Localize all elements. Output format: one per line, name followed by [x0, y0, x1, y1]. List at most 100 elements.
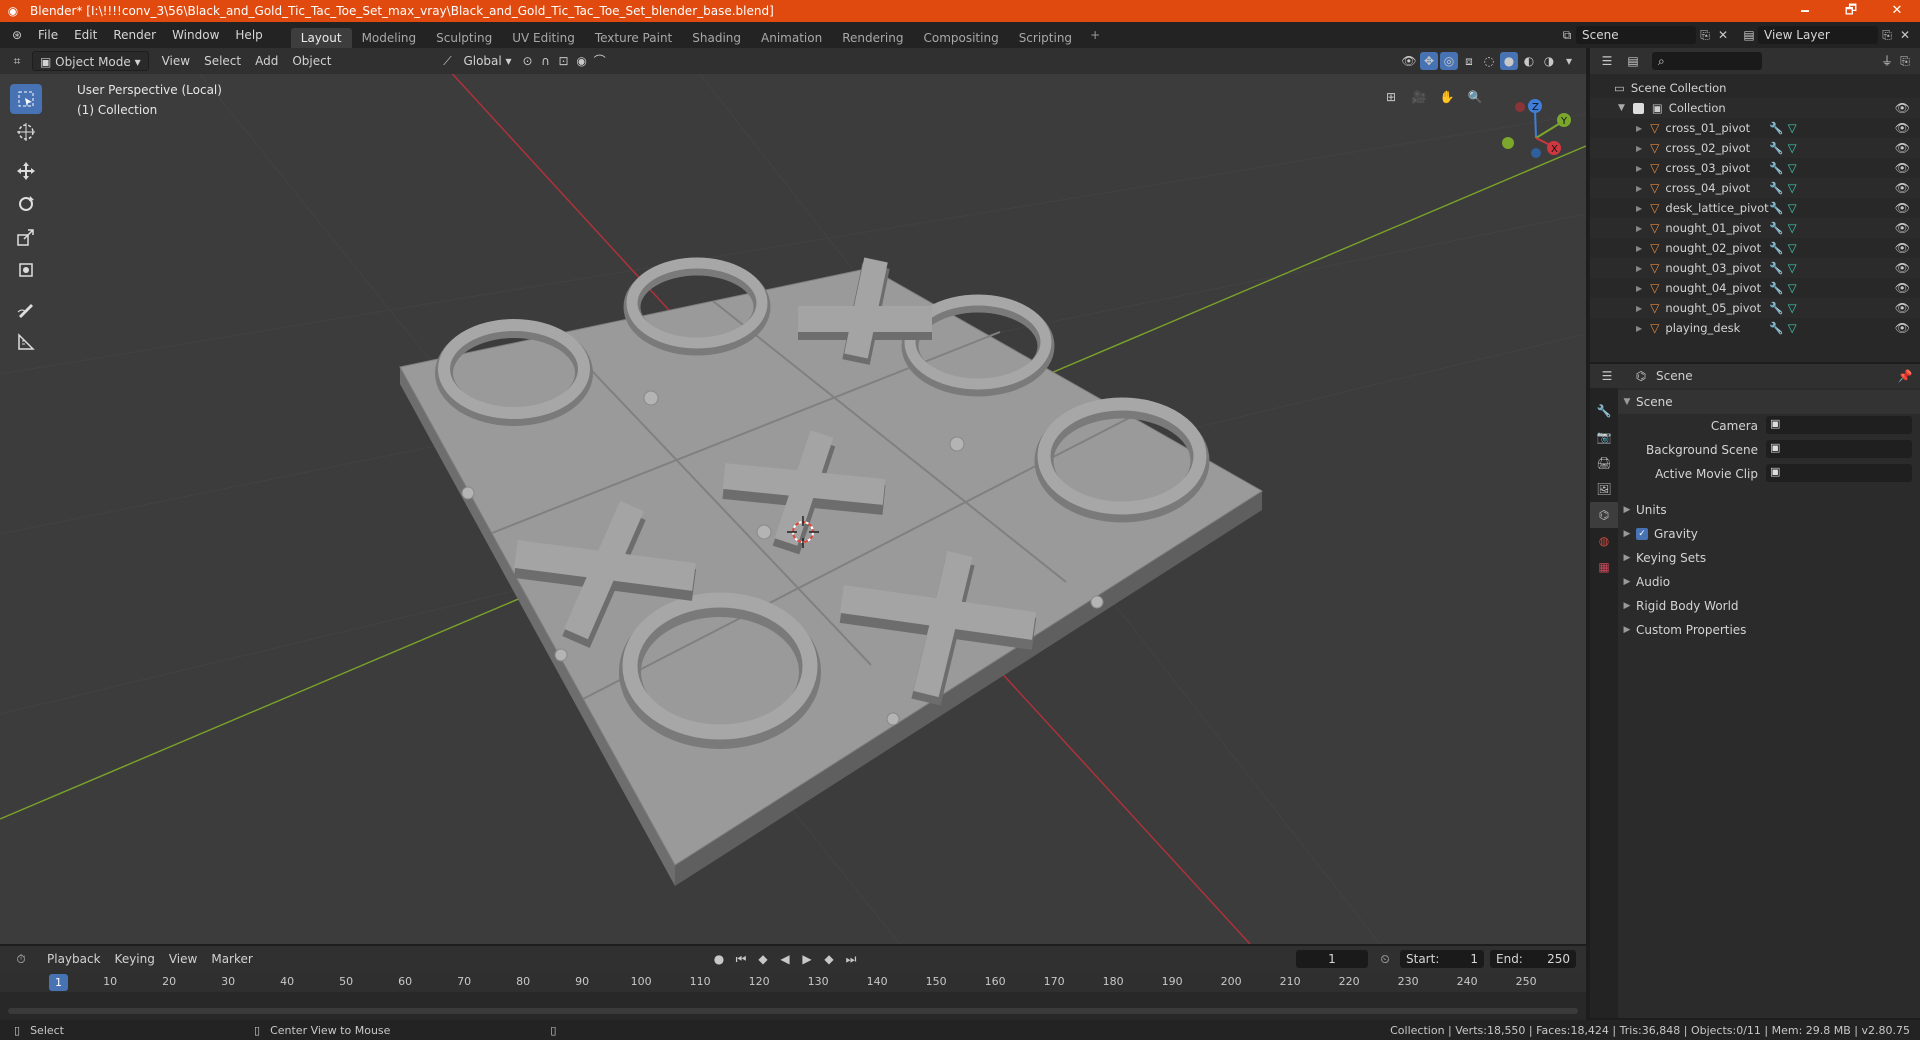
mesh-data-icon[interactable]: ▽: [1788, 201, 1797, 215]
xray-icon[interactable]: ⧈: [1460, 52, 1478, 70]
camera-view-icon[interactable]: 🎥: [1410, 88, 1428, 106]
visibility-eye-icon[interactable]: 👁: [1895, 181, 1910, 195]
new-view-layer-icon[interactable]: ⎘: [1878, 26, 1896, 44]
transform-tool-icon[interactable]: [10, 255, 42, 285]
gizmo-toggle-icon[interactable]: ✥: [1420, 52, 1438, 70]
outliner-item[interactable]: ▶ ▽ nought_04_pivot 🔧 ▽ 👁: [1590, 278, 1920, 298]
collection-checkbox[interactable]: [1632, 102, 1644, 114]
menu-render[interactable]: Render: [105, 22, 164, 48]
mesh-data-icon[interactable]: ▽: [1788, 121, 1797, 135]
expand-arrow-icon[interactable]: ▶: [1636, 224, 1642, 233]
render-tab-icon[interactable]: 📷: [1590, 424, 1618, 450]
prop-field-camera[interactable]: ▣: [1766, 416, 1912, 434]
modifier-wrench-icon[interactable]: 🔧: [1769, 241, 1783, 255]
add-workspace-button[interactable]: +: [1082, 22, 1108, 48]
panel-custom-properties[interactable]: ▶ Custom Properties: [1618, 618, 1920, 642]
clock-icon[interactable]: ⏲: [1376, 950, 1394, 968]
record-icon[interactable]: ●: [710, 950, 728, 968]
falloff-icon[interactable]: ⌒: [591, 52, 609, 70]
mesh-data-icon[interactable]: ▽: [1788, 161, 1797, 175]
outliner-item[interactable]: ▶ ▽ nought_03_pivot 🔧 ▽ 👁: [1590, 258, 1920, 278]
mesh-data-icon[interactable]: ▽: [1788, 141, 1797, 155]
expand-arrow-icon[interactable]: ▶: [1636, 244, 1642, 253]
outliner-collection[interactable]: ▼ ▣ Collection 👁: [1590, 98, 1920, 118]
jump-start-icon[interactable]: ⏮: [732, 950, 750, 968]
next-keyframe-icon[interactable]: ◆: [820, 950, 838, 968]
expand-arrow-icon[interactable]: ▶: [1636, 164, 1642, 173]
play-reverse-icon[interactable]: ◀: [776, 950, 794, 968]
jump-end-icon[interactable]: ⏭: [842, 950, 860, 968]
scene-field[interactable]: Scene: [1576, 26, 1696, 44]
workspace-tab-layout[interactable]: Layout: [290, 28, 352, 48]
maximize-button[interactable]: 🗗: [1828, 0, 1874, 22]
view-layer-field[interactable]: View Layer: [1758, 26, 1878, 44]
mesh-data-icon[interactable]: ▽: [1788, 301, 1797, 315]
visibility-eye-icon[interactable]: 👁: [1895, 261, 1910, 275]
snap-icon[interactable]: ∩: [537, 52, 555, 70]
tool-tab-icon[interactable]: 🔧: [1590, 398, 1618, 424]
mesh-data-icon[interactable]: ▽: [1788, 261, 1797, 275]
timeline-menu-playback[interactable]: Playback: [40, 949, 108, 969]
proportional-edit-icon[interactable]: ◉: [573, 52, 591, 70]
start-frame-field[interactable]: Start: 1: [1400, 950, 1484, 968]
panel-audio[interactable]: ▶ Audio: [1618, 570, 1920, 594]
current-frame-indicator[interactable]: 1: [49, 974, 68, 991]
editor-type-icon[interactable]: ⌗: [8, 52, 26, 70]
camera-grid-icon[interactable]: ⊞: [1382, 88, 1400, 106]
panel-gravity[interactable]: ▶ ✓ Gravity: [1618, 522, 1920, 546]
outliner-item[interactable]: ▶ ▽ cross_03_pivot 🔧 ▽ 👁: [1590, 158, 1920, 178]
new-scene-icon[interactable]: ⎘: [1696, 26, 1714, 44]
prop-field-background-scene[interactable]: ▣: [1766, 440, 1912, 458]
cursor-tool-icon[interactable]: [10, 117, 42, 147]
outliner-item[interactable]: ▶ ▽ playing_desk 🔧 ▽ 👁: [1590, 318, 1920, 338]
orientation-dropdown[interactable]: Global ▾: [456, 51, 518, 71]
navigation-gizmo[interactable]: Z Y X: [1492, 94, 1572, 178]
outliner-scene-collection[interactable]: ▭ Scene Collection: [1590, 78, 1920, 98]
outliner-item[interactable]: ▶ ▽ cross_01_pivot 🔧 ▽ 👁: [1590, 118, 1920, 138]
mesh-data-icon[interactable]: ▽: [1788, 241, 1797, 255]
panel-units[interactable]: ▶ Units: [1618, 498, 1920, 522]
zoom-view-icon[interactable]: 🔍: [1466, 88, 1484, 106]
select-box-tool-icon[interactable]: [10, 84, 42, 114]
visibility-eye-icon[interactable]: 👁: [1895, 201, 1910, 215]
mesh-data-icon[interactable]: ▽: [1788, 221, 1797, 235]
collapse-arrow-icon[interactable]: ▼: [1618, 103, 1625, 113]
expand-arrow-icon[interactable]: ▶: [1636, 304, 1642, 313]
menu-window[interactable]: Window: [164, 22, 227, 48]
visibility-eye-icon[interactable]: 👁: [1895, 161, 1910, 175]
move-tool-icon[interactable]: [10, 156, 42, 186]
workspace-tab-shading[interactable]: Shading: [682, 28, 751, 48]
modifier-wrench-icon[interactable]: 🔧: [1769, 281, 1783, 295]
modifier-wrench-icon[interactable]: 🔧: [1769, 201, 1783, 215]
visibility-eye-icon[interactable]: 👁: [1895, 241, 1910, 255]
view-layer-tab-icon[interactable]: 🖼: [1590, 476, 1618, 502]
close-button[interactable]: ✕: [1874, 0, 1920, 22]
scene-section-header[interactable]: ▼ Scene: [1618, 390, 1920, 414]
outliner-search-input[interactable]: ⌕: [1652, 52, 1762, 70]
end-frame-field[interactable]: End: 250: [1490, 950, 1576, 968]
outliner-item[interactable]: ▶ ▽ cross_04_pivot 🔧 ▽ 👁: [1590, 178, 1920, 198]
workspace-tab-compositing[interactable]: Compositing: [913, 28, 1008, 48]
expand-arrow-icon[interactable]: ▶: [1636, 124, 1642, 133]
timeline-menu-keying[interactable]: Keying: [108, 949, 162, 969]
workspace-tab-scripting[interactable]: Scripting: [1009, 28, 1082, 48]
outliner-item[interactable]: ▶ ▽ nought_01_pivot 🔧 ▽ 👁: [1590, 218, 1920, 238]
modifier-wrench-icon[interactable]: 🔧: [1769, 141, 1783, 155]
timeline-editor-icon[interactable]: ⏱: [12, 950, 30, 968]
pivot-icon[interactable]: ⊙: [519, 52, 537, 70]
overlay-toggle-icon[interactable]: ◎: [1440, 52, 1458, 70]
menu-file[interactable]: File: [30, 22, 66, 48]
visibility-eye-icon[interactable]: 👁: [1895, 141, 1910, 155]
world-tab-icon[interactable]: ◍: [1590, 528, 1618, 554]
menu-edit[interactable]: Edit: [66, 22, 105, 48]
modifier-wrench-icon[interactable]: 🔧: [1769, 161, 1783, 175]
texture-tab-icon[interactable]: ▦: [1590, 554, 1618, 580]
expand-arrow-icon[interactable]: ▶: [1636, 324, 1642, 333]
menu-help[interactable]: Help: [227, 22, 270, 48]
delete-view-layer-icon[interactable]: ✕: [1896, 26, 1914, 44]
outliner-editor-icon[interactable]: ☰: [1598, 52, 1616, 70]
snap-target-icon[interactable]: ⊡: [555, 52, 573, 70]
view-layer-icon[interactable]: ▤: [1740, 26, 1758, 44]
expand-arrow-icon[interactable]: ▶: [1636, 184, 1642, 193]
timeline-menu-marker[interactable]: Marker: [204, 949, 259, 969]
